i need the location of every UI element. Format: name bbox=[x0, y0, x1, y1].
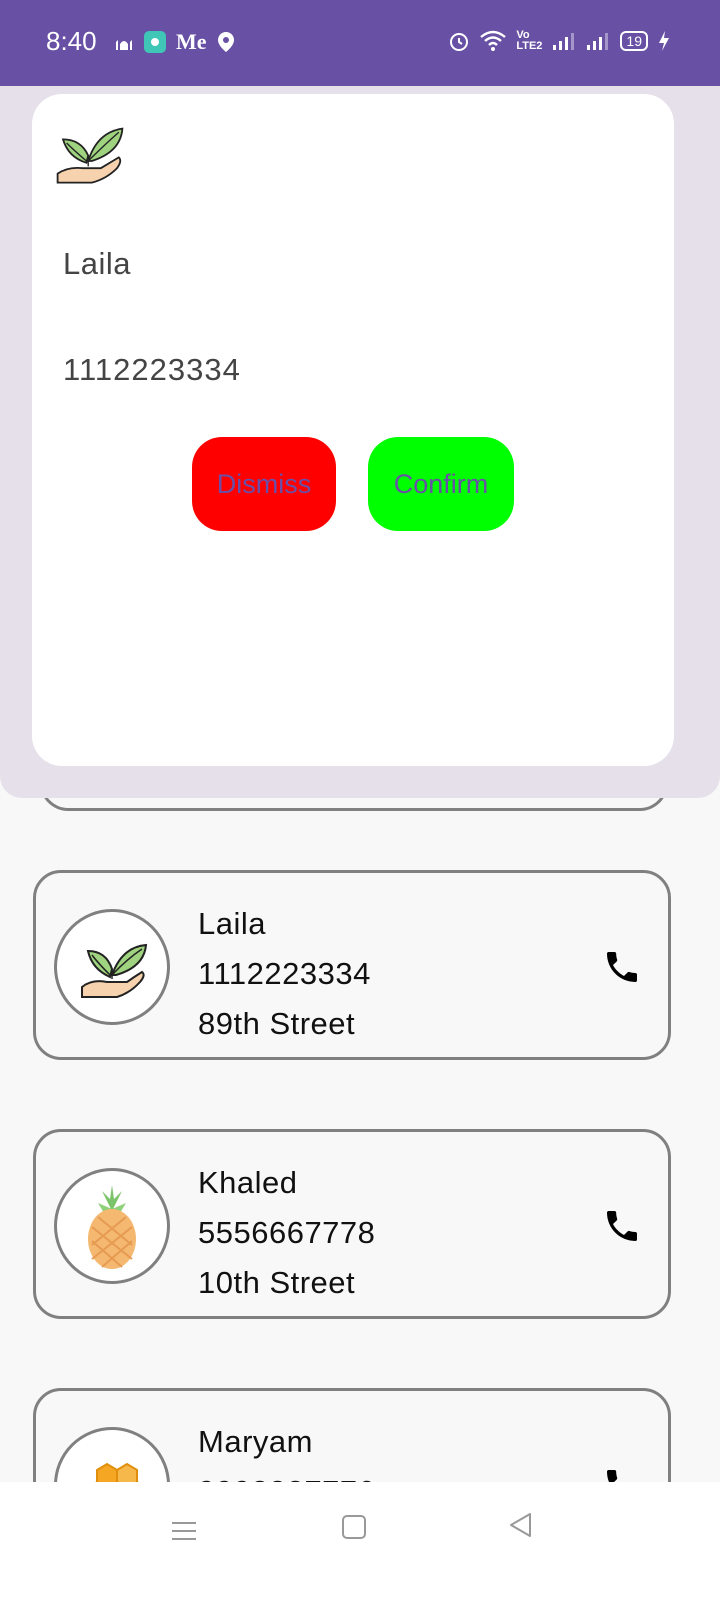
phone-icon[interactable] bbox=[602, 947, 642, 987]
dialog-container: Laila 1112223334 Dismiss Confirm bbox=[0, 62, 720, 798]
list-item[interactable]: Khaled 5556667778 10th Street bbox=[33, 1129, 671, 1319]
location-icon bbox=[217, 32, 234, 52]
contact-name: Laila bbox=[198, 906, 266, 941]
menu-icon[interactable] bbox=[172, 1516, 196, 1546]
contact-name: Maryam bbox=[198, 1424, 313, 1459]
contact-address: 10th Street bbox=[198, 1265, 356, 1300]
signal-icon bbox=[553, 33, 575, 50]
list-item[interactable]: Laila 1112223334 89th Street bbox=[33, 870, 671, 1060]
home-icon[interactable] bbox=[342, 1515, 366, 1539]
confirm-dialog: Laila 1112223334 Dismiss Confirm bbox=[32, 94, 674, 766]
message-app-icon bbox=[144, 31, 166, 53]
back-icon[interactable] bbox=[508, 1512, 532, 1538]
notification-icons: Me bbox=[114, 30, 235, 54]
contact-name: Khaled bbox=[198, 1165, 298, 1200]
volte-icon: Vo LTE2 bbox=[516, 29, 543, 52]
charging-icon bbox=[659, 31, 669, 51]
me-text-icon: Me bbox=[176, 29, 207, 54]
avatar bbox=[54, 909, 170, 1025]
status-time: 8:40 bbox=[46, 26, 97, 56]
signal-icon bbox=[587, 33, 609, 50]
pineapple-icon bbox=[88, 1185, 136, 1269]
wifi-icon bbox=[480, 30, 507, 51]
confirm-button[interactable]: Confirm bbox=[368, 437, 514, 531]
system-icons: Vo LTE2 19 bbox=[448, 30, 670, 52]
plant-in-hand-icon bbox=[56, 127, 124, 184]
dismiss-button[interactable]: Dismiss bbox=[192, 437, 336, 531]
battery-icon: 19 bbox=[620, 31, 648, 51]
mosque-icon bbox=[116, 40, 132, 50]
contact-phone: 5556667778 bbox=[198, 1215, 376, 1250]
contact-address: 89th Street bbox=[198, 1006, 356, 1041]
dialog-name: Laila bbox=[63, 246, 131, 281]
phone-icon[interactable] bbox=[602, 1206, 642, 1246]
contact-phone: 1112223334 bbox=[198, 956, 371, 991]
contact-info: Khaled 5556667778 10th Street bbox=[198, 1158, 375, 1308]
dialog-phone: 1112223334 bbox=[63, 352, 241, 387]
avatar bbox=[54, 1168, 170, 1284]
alarm-icon bbox=[450, 33, 469, 51]
status-bar: 8:40 Me Vo LTE2 19 bbox=[0, 0, 720, 86]
contact-info: Laila 1112223334 89th Street bbox=[198, 899, 371, 1049]
plant-in-hand-icon bbox=[81, 943, 148, 998]
navigation-bar bbox=[0, 1482, 720, 1600]
